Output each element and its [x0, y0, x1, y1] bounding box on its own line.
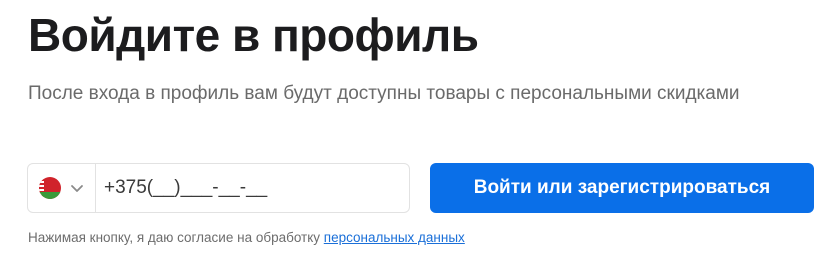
country-code-select[interactable] [28, 164, 96, 212]
consent-note: Нажимая кнопку, я даю согласие на обрабо… [28, 230, 465, 245]
chevron-down-icon [71, 185, 83, 192]
login-register-button[interactable]: Войти или зарегистрироваться [430, 163, 814, 213]
personal-data-link[interactable]: персональных данных [324, 230, 465, 245]
page-title: Войдите в профиль [28, 9, 479, 61]
belarus-flag-icon [39, 177, 61, 199]
phone-field [27, 163, 410, 213]
consent-text: Нажимая кнопку, я даю согласие на обрабо… [28, 230, 324, 245]
login-panel: Войдите в профиль После входа в профиль … [0, 0, 830, 264]
page-subtitle: После входа в профиль вам будут доступны… [28, 83, 740, 104]
phone-input[interactable] [96, 164, 409, 212]
